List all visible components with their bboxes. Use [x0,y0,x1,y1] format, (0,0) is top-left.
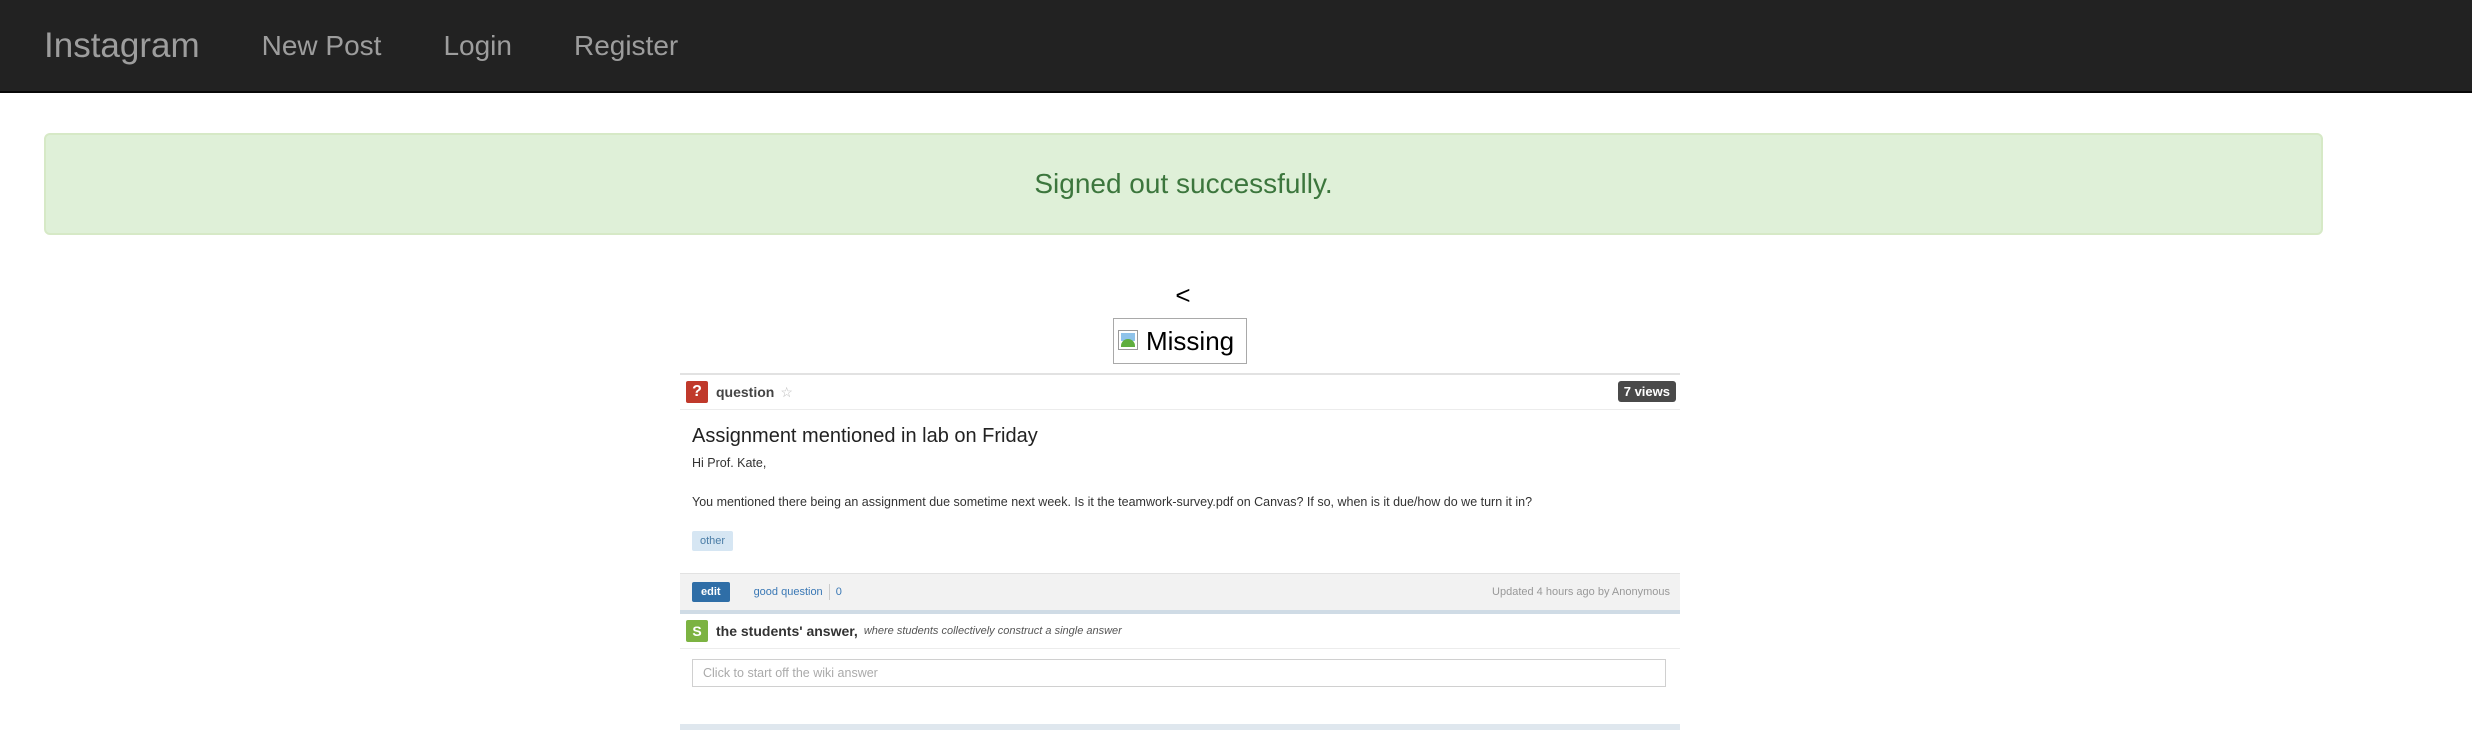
brand-link[interactable]: Instagram [44,26,200,66]
question-label: question [716,384,775,400]
students-answer-header: S the students' answer, where students c… [680,614,1680,649]
updated-text: Updated 4 hours ago by Anonymous [1492,586,1670,598]
success-alert: Signed out successfully. [44,133,2323,235]
navbar: Instagram New Post Login Register [0,0,2472,93]
good-question-link: good question [753,586,823,598]
question-body: You mentioned there being an assignment … [692,495,1533,509]
post-image: ? question ☆ 7 views Assignment mentione… [680,373,1680,730]
card-bottom-border [680,724,1680,730]
question-greeting: Hi Prof. Kate, [692,456,767,470]
students-answer-title: the students' answer, [716,623,858,639]
broken-image-icon [1118,328,1142,354]
nav-link-register[interactable]: Register [574,30,678,62]
question-mark-icon: ? [686,381,708,403]
alert-message: Signed out successfully. [1034,168,1333,199]
broken-image-alt: Missing [1146,325,1235,356]
question-header: ? question ☆ 7 views [680,375,1680,410]
wiki-answer-input: Click to start off the wiki answer [692,659,1666,687]
nav-link-login[interactable]: Login [443,30,512,62]
good-question-count: 0 [835,586,842,598]
students-badge-icon: S [686,620,708,642]
edit-button: edit [692,582,730,602]
views-badge: 7 views [1617,381,1676,402]
star-icon: ☆ [780,383,793,400]
nav-link-new-post[interactable]: New Post [262,30,382,62]
tag-other: other [692,531,734,551]
question-title: Assignment mentioned in lab on Friday [692,425,1038,447]
caret-text: < [1175,280,1191,310]
divider [828,584,830,600]
students-answer-subtitle: where students collectively construct a … [863,625,1122,637]
broken-image: Missing [1113,318,1247,364]
question-footer: edit good question 0 Updated 4 hours ago… [680,573,1680,614]
